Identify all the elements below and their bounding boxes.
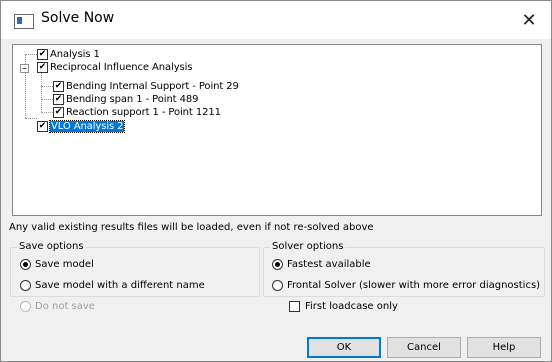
node-checkbox[interactable]: ✔: [37, 49, 48, 60]
option-label: Save model: [35, 259, 94, 270]
tree-node-bending-span[interactable]: ✔ Bending span 1 - Point 489: [53, 93, 198, 106]
tree-line: [41, 73, 42, 112]
radio-indicator: [20, 259, 31, 270]
collapse-toggle[interactable]: −: [20, 64, 29, 73]
title-bar: Solve Now ✕: [1, 1, 551, 39]
option-label: Fastest available: [287, 259, 371, 270]
option-label: Frontal Solver (slower with more error d…: [287, 280, 541, 291]
node-checkbox[interactable]: ✔: [53, 94, 64, 105]
node-checkbox[interactable]: ✔: [37, 121, 48, 132]
save-model-radio[interactable]: Save model: [20, 259, 94, 270]
tree-node-analysis-1[interactable]: ✔ Analysis 1: [37, 48, 100, 61]
radio-indicator: [20, 280, 31, 291]
save-model-different-name-radio[interactable]: Save model with a different name: [20, 280, 205, 291]
cancel-button[interactable]: Cancel: [387, 337, 461, 358]
close-button[interactable]: ✕: [507, 1, 551, 39]
fastest-available-radio[interactable]: Fastest available: [272, 259, 371, 270]
tree-line: [41, 112, 53, 113]
option-label: Save model with a different name: [35, 280, 205, 291]
tree-node-reciprocal-influence[interactable]: ✔ Reciprocal Influence Analysis: [37, 61, 193, 74]
tree-node-label: Bending span 1 - Point 489: [66, 94, 199, 105]
analysis-tree[interactable]: − ✔ Analysis 1 ✔ Reciprocal Influence An…: [12, 44, 542, 216]
tree-node-label: Reaction support 1 - Point 1211: [66, 107, 221, 118]
node-checkbox[interactable]: ✔: [53, 81, 64, 92]
node-checkbox[interactable]: ✔: [53, 107, 64, 118]
tree-node-bending-internal[interactable]: ✔ Bending Internal Support - Point 29: [53, 80, 239, 93]
radio-indicator: [20, 301, 31, 312]
radio-indicator: [272, 259, 283, 270]
node-checkbox[interactable]: ✔: [37, 62, 48, 73]
ok-button[interactable]: OK: [307, 337, 381, 358]
checkbox-indicator: [289, 301, 300, 312]
tree-node-label-selected: VLO Analysis 2: [48, 120, 126, 133]
tree-node-label: Reciprocal Influence Analysis: [50, 62, 193, 73]
radio-indicator: [272, 280, 283, 291]
first-loadcase-checkbox[interactable]: First loadcase only: [289, 301, 398, 312]
tree-line: [25, 54, 37, 55]
tree-node-vlo-analysis-2[interactable]: ✔ VLO Analysis 2: [37, 120, 126, 133]
option-label: Do not save: [35, 301, 95, 312]
tree-node-reaction-support[interactable]: ✔ Reaction support 1 - Point 1211: [53, 106, 221, 119]
tree-line: [25, 118, 37, 119]
help-button[interactable]: Help: [467, 337, 541, 358]
tree-line: [41, 99, 53, 100]
dialog-title: Solve Now: [41, 10, 115, 26]
option-label: First loadcase only: [305, 301, 398, 312]
frontal-solver-radio[interactable]: Frontal Solver (slower with more error d…: [272, 280, 540, 291]
close-icon: ✕: [521, 9, 537, 31]
tree-node-label: Analysis 1: [50, 49, 100, 60]
solve-now-dialog: Solve Now ✕ − ✔ Analysis 1 ✔ Reciprocal …: [0, 0, 552, 362]
tree-node-label: Bending Internal Support - Point 29: [66, 81, 239, 92]
group-title: Solver options: [270, 241, 346, 252]
minus-icon: −: [22, 64, 27, 73]
group-title: Save options: [17, 241, 86, 252]
app-window-icon: [14, 14, 34, 29]
tree-line: [41, 86, 53, 87]
do-not-save-radio: Do not save: [20, 301, 95, 312]
results-note: Any valid existing results files will be…: [9, 222, 374, 233]
